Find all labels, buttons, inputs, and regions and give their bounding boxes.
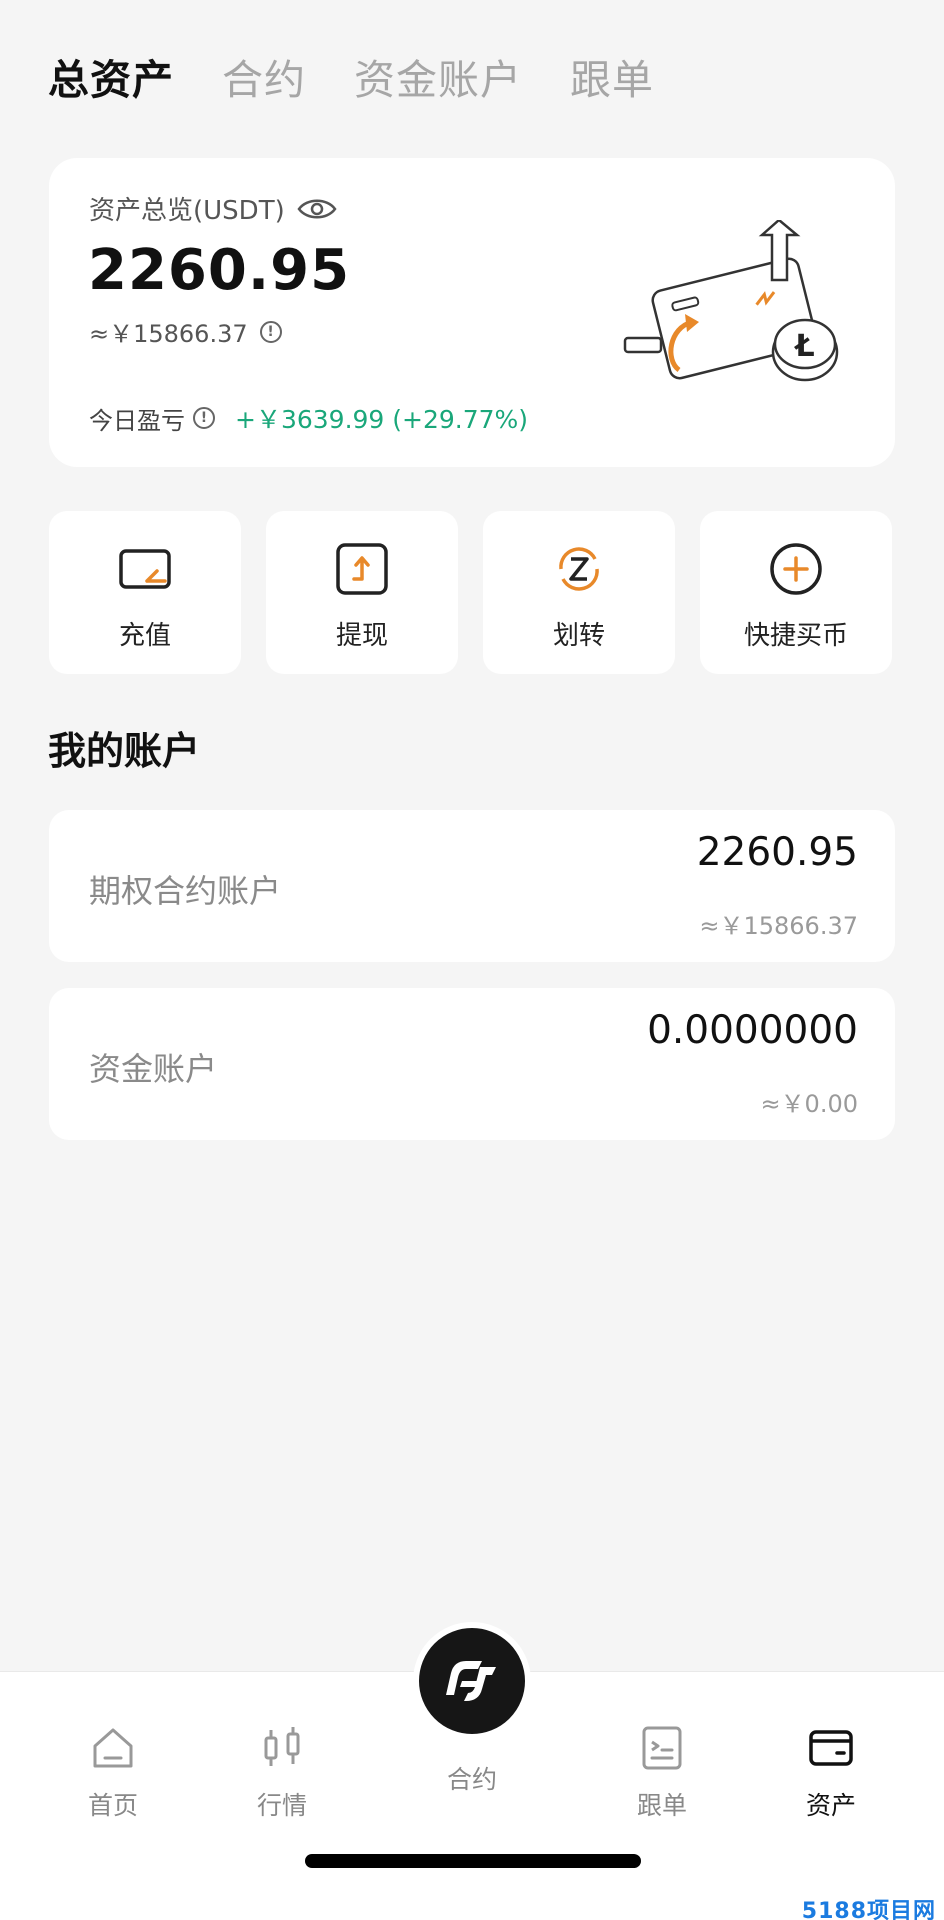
bottom-nav: 首页 行情 合约 跟单 资产 [0, 1622, 944, 1920]
overview-title: 资产总览(USDT) [89, 196, 285, 226]
deposit-label: 充值 [118, 621, 171, 651]
account-name: 资金账户 [89, 1050, 218, 1088]
nav-home-label: 首页 [87, 1791, 138, 1820]
overview-title-row: 资产总览(USDT) [89, 190, 337, 227]
today-pnl-row: 今日盈亏 ! +￥3639.99 (+29.77%) [89, 400, 528, 436]
assets-page: 总资产 合约 资金账户 跟单 资产总览(USDT) 2260.95 ≈￥1586… [0, 0, 944, 1920]
deposit-button[interactable]: 充值 [49, 511, 241, 674]
account-cny: ≈￥15866.37 [699, 912, 858, 940]
withdraw-label: 提现 [335, 621, 388, 651]
nav-assets-label: 资产 [805, 1791, 856, 1820]
svg-text:Ł: Ł [793, 329, 814, 364]
nav-contract-label: 合约 [446, 1765, 497, 1794]
tab-funding-account[interactable]: 资金账户 [354, 46, 522, 106]
deposit-icon [119, 549, 171, 589]
eye-icon[interactable] [297, 196, 337, 222]
total-asset-cny-row: ≈￥15866.37 ! [89, 314, 282, 349]
nav-market-label: 行情 [256, 1791, 307, 1820]
account-cny: ≈￥0.00 [760, 1090, 858, 1118]
account-amount: 2260.95 [696, 830, 858, 875]
today-pnl-value: +￥3639.99 (+29.77%) [235, 405, 529, 434]
account-amount: 0.0000000 [647, 1008, 858, 1053]
transfer-button[interactable]: 划转 [483, 511, 675, 674]
nav-home[interactable]: 首页 [43, 1724, 183, 1822]
pnl-info-icon[interactable]: ! [193, 407, 215, 429]
home-icon [93, 1728, 133, 1768]
candlestick-icon [264, 1727, 300, 1766]
home-indicator [305, 1854, 641, 1868]
asset-overview-card: 资产总览(USDT) 2260.95 ≈￥15866.37 ! 今日盈亏 ! +… [49, 158, 895, 467]
nav-copy-trade-label: 跟单 [636, 1791, 687, 1820]
quick-buy-icon [770, 543, 822, 595]
contract-logo-icon [446, 1661, 496, 1701]
top-tabs: 总资产 合约 资金账户 跟单 [48, 46, 654, 106]
tab-copy-trading[interactable]: 跟单 [570, 46, 654, 106]
transfer-icon [559, 547, 599, 591]
withdraw-icon [336, 543, 388, 595]
info-icon[interactable]: ! [259, 320, 282, 343]
watermark: 5188项目网 [801, 1899, 936, 1920]
tab-total-assets[interactable]: 总资产 [48, 46, 174, 106]
wallet-card-illustration: Ł [623, 220, 839, 382]
today-pnl-label: 今日盈亏 [89, 406, 185, 435]
wallet-icon [809, 1730, 853, 1766]
total-asset-amount: 2260.95 [88, 238, 351, 303]
withdraw-button[interactable]: 提现 [266, 511, 458, 674]
quick-actions: 充值 提现 划转 快捷买币 [49, 511, 895, 674]
nav-market[interactable]: 行情 [212, 1724, 352, 1822]
quick-buy-button[interactable]: 快捷买币 [700, 511, 892, 674]
nav-assets[interactable]: 资产 [761, 1724, 901, 1822]
account-name: 期权合约账户 [89, 872, 282, 910]
total-asset-cny: ≈￥15866.37 [89, 320, 248, 348]
options-contract-account-card[interactable]: 期权合约账户 2260.95 ≈￥15866.37 [49, 810, 895, 962]
copy-trade-icon [642, 1726, 682, 1770]
tab-contract[interactable]: 合约 [222, 46, 306, 106]
nav-copy-trade[interactable]: 跟单 [592, 1724, 732, 1822]
transfer-label: 划转 [552, 621, 605, 651]
quick-buy-label: 快捷买币 [743, 621, 848, 651]
funding-account-card[interactable]: 资金账户 0.0000000 ≈￥0.00 [49, 988, 895, 1140]
nav-contract-button[interactable] [413, 1622, 531, 1740]
my-accounts-title: 我的账户 [48, 729, 201, 773]
